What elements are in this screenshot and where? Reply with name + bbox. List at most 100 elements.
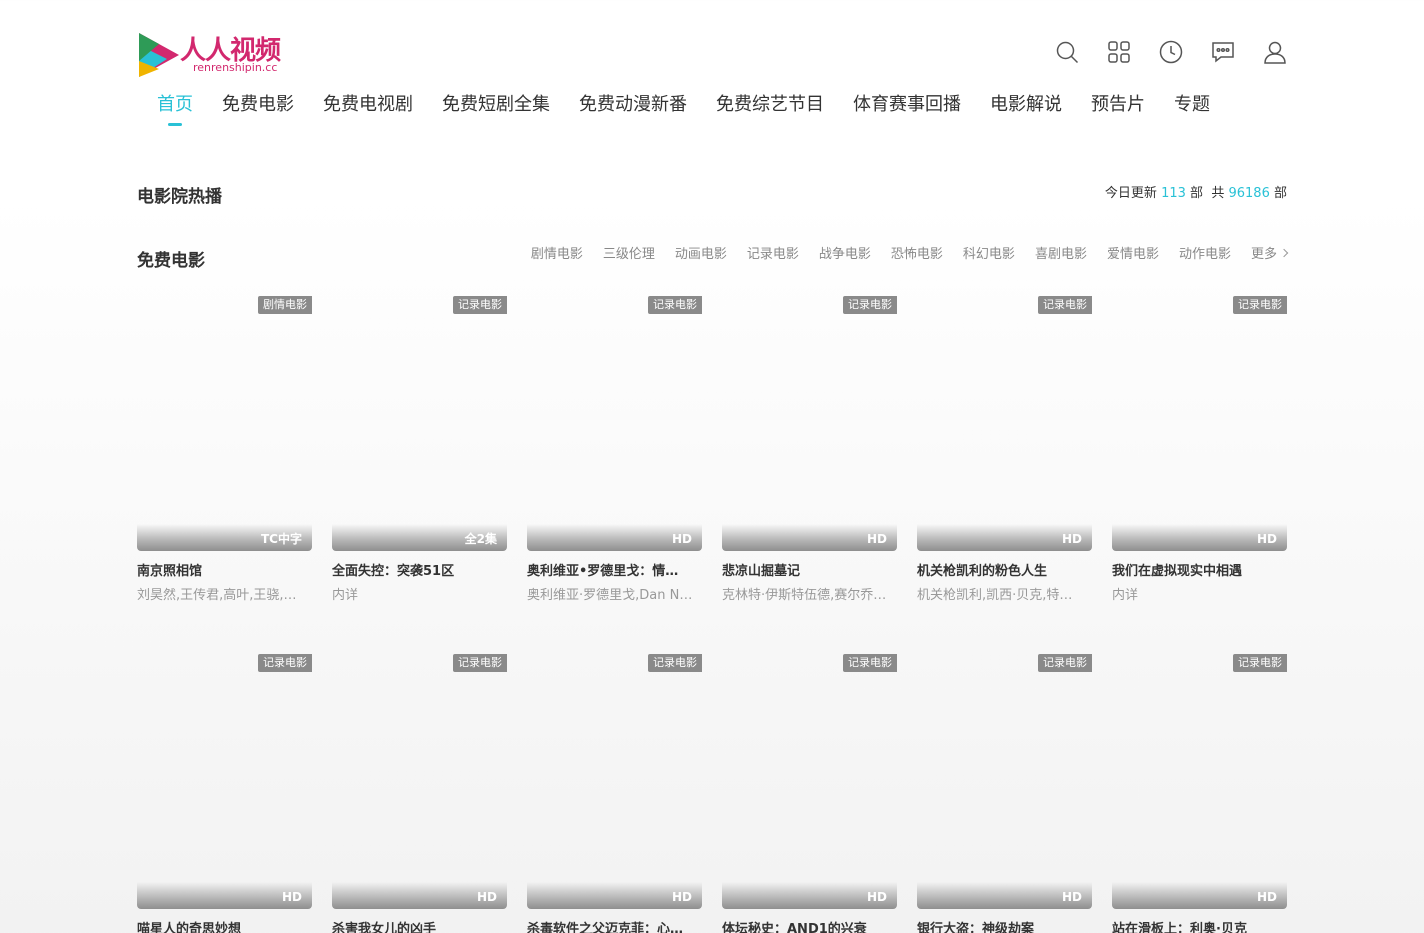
movie-card[interactable]: 记录电影 HD 站在滑板上：利奥·贝克 [1112, 654, 1287, 933]
quality-badge: HD [527, 524, 702, 551]
user-icon[interactable] [1263, 40, 1287, 64]
category-link[interactable]: 战争电影 [819, 246, 871, 264]
movie-title[interactable]: 银行大盗：神级劫案 [917, 921, 1092, 933]
genre-tag: 记录电影 [1038, 296, 1092, 314]
update-stats: 今日更新 113 部 共 96186 部 [1105, 182, 1287, 201]
total-count: 96186 [1228, 186, 1270, 201]
genre-tag: 记录电影 [843, 296, 897, 314]
chevron-right-icon [1279, 248, 1289, 258]
movie-poster[interactable]: 记录电影 全2集 [332, 296, 507, 551]
movie-card[interactable]: 记录电影 HD 体坛秘史：AND1的兴衰 [722, 654, 897, 933]
movie-title[interactable]: 悲凉山掘墓记 [722, 563, 897, 581]
category-link[interactable]: 记录电影 [747, 246, 799, 264]
movie-card[interactable]: 记录电影 HD 悲凉山掘墓记 克林特·伊斯特伍德,赛尔乔… [722, 296, 897, 605]
nav-item-trailers[interactable]: 预告片 [1091, 92, 1145, 126]
movie-title[interactable]: 奥利维亚•罗德里戈：情… [527, 563, 702, 581]
grid-icon[interactable] [1107, 40, 1131, 64]
quality-badge: HD [917, 882, 1092, 909]
quality-badge: HD [1112, 524, 1287, 551]
genre-tag: 记录电影 [453, 654, 507, 672]
movie-cast: 克林特·伊斯特伍德,赛尔乔… [722, 588, 887, 603]
quality-badge: TC中字 [137, 524, 312, 551]
play-logo-icon [139, 33, 179, 77]
movie-title[interactable]: 机关枪凯利的粉色人生 [917, 563, 1092, 581]
site-header: 人人视频 renrenshipin.cc [137, 28, 1287, 80]
movie-poster[interactable]: 记录电影 HD [1112, 654, 1287, 909]
category-link[interactable]: 喜剧电影 [1035, 246, 1087, 264]
nav-item-tv[interactable]: 免费电视剧 [323, 92, 413, 126]
category-link[interactable]: 动作电影 [1179, 246, 1231, 264]
movie-row: 剧情电影 TC中字 南京照相馆 刘昊然,王传君,高叶,王骁,… 记录电影 全2集… [137, 296, 1287, 605]
movie-poster[interactable]: 记录电影 HD [917, 296, 1092, 551]
movie-cast: 机关枪凯利,凯西·贝克,特… [917, 588, 1073, 603]
category-link[interactable]: 科幻电影 [963, 246, 1015, 264]
movie-title[interactable]: 喵星人的奇思妙想 [137, 921, 312, 933]
nav-item-topics[interactable]: 专题 [1174, 92, 1210, 126]
nav-item-anime[interactable]: 免费动漫新番 [579, 92, 687, 126]
site-logo[interactable]: 人人视频 renrenshipin.cc [137, 28, 297, 80]
movie-card[interactable]: 剧情电影 TC中字 南京照相馆 刘昊然,王传君,高叶,王骁,… [137, 296, 312, 605]
quality-badge: HD [722, 882, 897, 909]
message-icon[interactable] [1211, 40, 1235, 64]
genre-tag: 记录电影 [1038, 654, 1092, 672]
nav-item-movies[interactable]: 免费电影 [222, 92, 294, 126]
movie-poster[interactable]: 记录电影 HD [1112, 296, 1287, 551]
movie-card[interactable]: 记录电影 HD 银行大盗：神级劫案 [917, 654, 1092, 933]
more-label: 更多 [1250, 247, 1277, 262]
genre-tag: 剧情电影 [258, 296, 312, 314]
movie-row: 记录电影 HD 喵星人的奇思妙想 记录电影 HD 杀害我女儿的凶手 记录电影 H… [137, 654, 1287, 933]
movie-title[interactable]: 杀毒软件之父迈克菲：心… [527, 921, 702, 933]
today-count: 113 [1161, 186, 1186, 201]
quality-badge: HD [722, 524, 897, 551]
nav-item-commentary[interactable]: 电影解说 [990, 92, 1062, 126]
more-link[interactable]: 更多 [1250, 246, 1289, 264]
movie-poster[interactable]: 剧情电影 TC中字 [137, 296, 312, 551]
movie-card[interactable]: 记录电影 HD 喵星人的奇思妙想 [137, 654, 312, 933]
movie-card[interactable]: 记录电影 HD 杀害我女儿的凶手 [332, 654, 507, 933]
movie-card[interactable]: 记录电影 HD 我们在虚拟现实中相遇 内详 [1112, 296, 1287, 605]
movie-poster[interactable]: 记录电影 HD [917, 654, 1092, 909]
hot-section-title: 电影院热播 [137, 187, 222, 207]
movie-card[interactable]: 记录电影 HD 机关枪凯利的粉色人生 机关枪凯利,凯西·贝克,特… [917, 296, 1092, 605]
category-link[interactable]: 恐怖电影 [891, 246, 943, 264]
nav-item-sports[interactable]: 体育赛事回播 [853, 92, 961, 126]
nav-item-shorts[interactable]: 免费短剧全集 [442, 92, 550, 126]
quality-badge: HD [1112, 882, 1287, 909]
quality-badge: HD [332, 882, 507, 909]
genre-tag: 记录电影 [648, 654, 702, 672]
category-link[interactable]: 三级伦理 [603, 246, 655, 264]
logo-domain: renrenshipin.cc [193, 61, 278, 74]
movie-poster[interactable]: 记录电影 HD [527, 654, 702, 909]
movie-title[interactable]: 体坛秘史：AND1的兴衰 [722, 921, 897, 933]
unit-label: 部 [1190, 186, 1204, 201]
movie-poster[interactable]: 记录电影 HD [137, 654, 312, 909]
update-prefix: 今日更新 [1104, 186, 1157, 201]
movie-card[interactable]: 记录电影 全2集 全面失控：突袭51区 内详 [332, 296, 507, 605]
movie-title[interactable]: 我们在虚拟现实中相遇 [1112, 563, 1287, 581]
movie-poster[interactable]: 记录电影 HD [332, 654, 507, 909]
movie-cast: 奥利维亚·罗德里戈,Dan N… [527, 588, 693, 603]
nav-item-home[interactable]: 首页 [157, 92, 193, 126]
nav-item-variety[interactable]: 免费综艺节目 [716, 92, 824, 126]
movie-cast: 刘昊然,王传君,高叶,王骁,… [137, 588, 297, 603]
search-icon[interactable] [1055, 40, 1079, 64]
movie-title[interactable]: 南京照相馆 [137, 563, 312, 581]
category-link[interactable]: 剧情电影 [531, 246, 583, 264]
movie-poster[interactable]: 记录电影 HD [722, 654, 897, 909]
quality-badge: HD [527, 882, 702, 909]
history-icon[interactable] [1159, 40, 1183, 64]
quality-badge: HD [137, 882, 312, 909]
movie-poster[interactable]: 记录电影 HD [527, 296, 702, 551]
main-nav: 首页 免费电影 免费电视剧 免费短剧全集 免费动漫新番 免费综艺节目 体育赛事回… [157, 92, 1210, 126]
genre-tag: 记录电影 [258, 654, 312, 672]
movie-poster[interactable]: 记录电影 HD [722, 296, 897, 551]
movie-title[interactable]: 杀害我女儿的凶手 [332, 921, 507, 933]
movie-title[interactable]: 全面失控：突袭51区 [332, 563, 507, 581]
category-link[interactable]: 动画电影 [675, 246, 727, 264]
movie-title[interactable]: 站在滑板上：利奥·贝克 [1112, 921, 1287, 933]
movie-card[interactable]: 记录电影 HD 杀毒软件之父迈克菲：心… [527, 654, 702, 933]
category-link[interactable]: 爱情电影 [1107, 246, 1159, 264]
genre-tag: 记录电影 [1233, 654, 1287, 672]
movie-card[interactable]: 记录电影 HD 奥利维亚•罗德里戈：情… 奥利维亚·罗德里戈,Dan N… [527, 296, 702, 605]
quality-badge: HD [917, 524, 1092, 551]
